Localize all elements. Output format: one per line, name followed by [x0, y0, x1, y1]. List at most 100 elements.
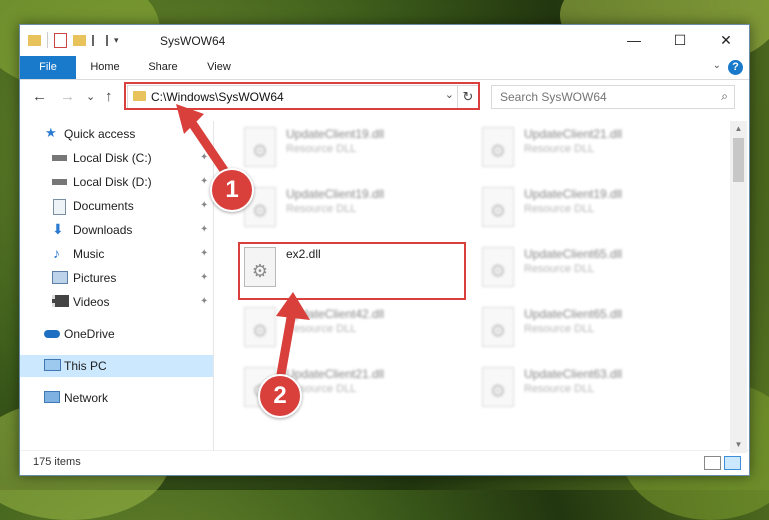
- file-item[interactable]: ⚙ UpdateClient21.dll Resource DLL: [476, 121, 696, 175]
- dll-file-icon: ⚙: [482, 367, 514, 407]
- step-badge-1: 1: [210, 168, 254, 212]
- window-title: SysWOW64: [160, 34, 226, 48]
- dll-file-icon: ⚙: [482, 307, 514, 347]
- sidebar-item-label: Quick access: [64, 127, 136, 141]
- sidebar-item-label: Videos: [73, 295, 110, 309]
- sidebar-item-label: This PC: [64, 359, 107, 373]
- dll-file-icon: ⚙: [482, 127, 514, 167]
- drive-icon: [52, 155, 67, 161]
- item-count: 175 items: [33, 456, 81, 468]
- drive-icon: [52, 179, 67, 185]
- file-item[interactable]: ⚙ UpdateClient65.dll Resource DLL: [476, 301, 696, 355]
- tab-file[interactable]: File: [20, 56, 76, 79]
- help-icon[interactable]: ?: [728, 60, 743, 75]
- file-type: Resource DLL: [524, 383, 595, 395]
- gear-icon: ⚙: [251, 201, 269, 221]
- recent-locations-button[interactable]: ⌄: [86, 90, 95, 103]
- vertical-scrollbar[interactable]: ▲ ▼: [730, 121, 747, 453]
- gear-icon: ⚙: [489, 381, 507, 401]
- ribbon-tabs: File Home Share View ⌄ ?: [20, 56, 749, 80]
- search-input[interactable]: [498, 89, 702, 105]
- large-icons-view-icon[interactable]: [724, 456, 741, 470]
- up-button[interactable]: ↑: [105, 88, 113, 105]
- sidebar-item-videos[interactable]: Videos ✦: [20, 291, 213, 313]
- network-icon: [44, 391, 60, 403]
- dll-file-icon: ⚙: [482, 187, 514, 227]
- pin-icon[interactable]: ✦: [200, 291, 208, 313]
- close-button[interactable]: ✕: [703, 25, 749, 56]
- file-item[interactable]: ⚙ UpdateClient63.dll Resource DLL: [476, 361, 696, 415]
- back-button[interactable]: ←: [32, 88, 47, 105]
- sidebar-item-label: Downloads: [73, 223, 133, 237]
- tab-view[interactable]: View: [196, 56, 242, 79]
- search-box[interactable]: ⌕: [491, 85, 735, 109]
- music-icon: ♪: [53, 245, 60, 261]
- file-name: UpdateClient65.dll: [524, 247, 623, 261]
- customize-toolbar-icon[interactable]: ▾: [114, 35, 119, 46]
- expand-ribbon-icon[interactable]: ⌄: [713, 60, 721, 71]
- file-type: Resource DLL: [286, 203, 357, 215]
- sidebar-item-label: Pictures: [73, 271, 117, 285]
- file-item[interactable]: ⚙ UpdateClient19.dll Resource DLL: [476, 181, 696, 235]
- file-item[interactable]: ⚙ UpdateClient19.dll Resource DLL: [238, 121, 458, 175]
- sidebar-item-this-pc[interactable]: This PC: [20, 355, 213, 377]
- file-name: UpdateClient65.dll: [524, 307, 623, 321]
- sidebar-item-label: Local Disk (D:): [73, 175, 152, 189]
- sidebar-item-pictures[interactable]: Pictures ✦: [20, 267, 213, 289]
- sidebar-item-label: Network: [64, 391, 109, 405]
- toolbar-divider: [47, 32, 48, 48]
- download-icon: ⬇: [52, 221, 64, 237]
- sidebar-item-music[interactable]: ♪ Music ✦: [20, 243, 213, 265]
- file-type: Resource DLL: [524, 263, 595, 275]
- pin-icon[interactable]: ✦: [200, 267, 208, 289]
- gear-icon: ⚙: [489, 201, 507, 221]
- sidebar-item-label: Local Disk (C:): [73, 151, 152, 165]
- sidebar-item-onedrive[interactable]: OneDrive: [20, 323, 213, 345]
- star-icon: ★: [45, 125, 57, 140]
- quick-access-toolbar: ▾: [28, 32, 119, 48]
- file-name: UpdateClient63.dll: [524, 367, 623, 381]
- file-name: UpdateClient21.dll: [524, 127, 623, 141]
- dll-file-icon: ⚙: [482, 247, 514, 287]
- gear-icon: ⚙: [489, 141, 507, 161]
- scroll-up-icon[interactable]: ▲: [730, 121, 747, 137]
- sidebar-item-downloads[interactable]: ⬇ Downloads ✦: [20, 219, 213, 241]
- gear-icon: ⚙: [489, 321, 507, 341]
- picture-icon: [52, 271, 68, 284]
- minimize-button[interactable]: —: [611, 25, 657, 56]
- file-name: UpdateClient19.dll: [286, 127, 385, 141]
- file-type: Resource DLL: [524, 323, 595, 335]
- search-icon: ⌕: [721, 89, 728, 103]
- file-name: UpdateClient19.dll: [286, 187, 385, 201]
- pin-icon[interactable]: ✦: [200, 219, 208, 241]
- computer-icon: [44, 359, 61, 371]
- maximize-button[interactable]: ☐: [657, 25, 703, 56]
- navigation-bar: ← → ⌄ ↑ C:\Windows\SysWOW64 ⌄ ↻ ⌕: [20, 81, 749, 111]
- status-bar: 175 items: [20, 450, 749, 475]
- gear-icon: ⚙: [489, 261, 507, 281]
- properties-icon[interactable]: [54, 32, 67, 48]
- sidebar-item-label: Music: [73, 247, 105, 261]
- folder-icon: [28, 34, 41, 46]
- file-item[interactable]: ⚙ UpdateClient65.dll Resource DLL: [476, 241, 696, 295]
- tab-share[interactable]: Share: [140, 56, 186, 79]
- file-item[interactable]: ⚙ UpdateClient19.dll Resource DLL: [238, 181, 458, 235]
- video-icon: [52, 295, 69, 307]
- sidebar-item-label: Documents: [73, 199, 134, 213]
- sidebar-item-network[interactable]: Network: [20, 387, 213, 409]
- file-type: Resource DLL: [524, 143, 595, 155]
- forward-button[interactable]: →: [60, 88, 75, 105]
- file-type: Resource DLL: [286, 143, 357, 155]
- file-name: UpdateClient19.dll: [524, 187, 623, 201]
- tab-home[interactable]: Home: [82, 56, 128, 79]
- file-explorer-window: ▾ SysWOW64 — ☐ ✕ File Home Share View ⌄ …: [19, 24, 750, 476]
- scrollbar-thumb[interactable]: [733, 138, 744, 182]
- cloud-icon: [44, 330, 60, 338]
- view-options-icon[interactable]: [92, 34, 108, 46]
- details-view-icon[interactable]: [704, 456, 721, 470]
- new-folder-icon[interactable]: [73, 34, 86, 46]
- document-icon: [53, 199, 66, 215]
- file-type: Resource DLL: [524, 203, 595, 215]
- title-bar: ▾ SysWOW64 — ☐ ✕: [20, 25, 749, 56]
- pin-icon[interactable]: ✦: [200, 243, 208, 265]
